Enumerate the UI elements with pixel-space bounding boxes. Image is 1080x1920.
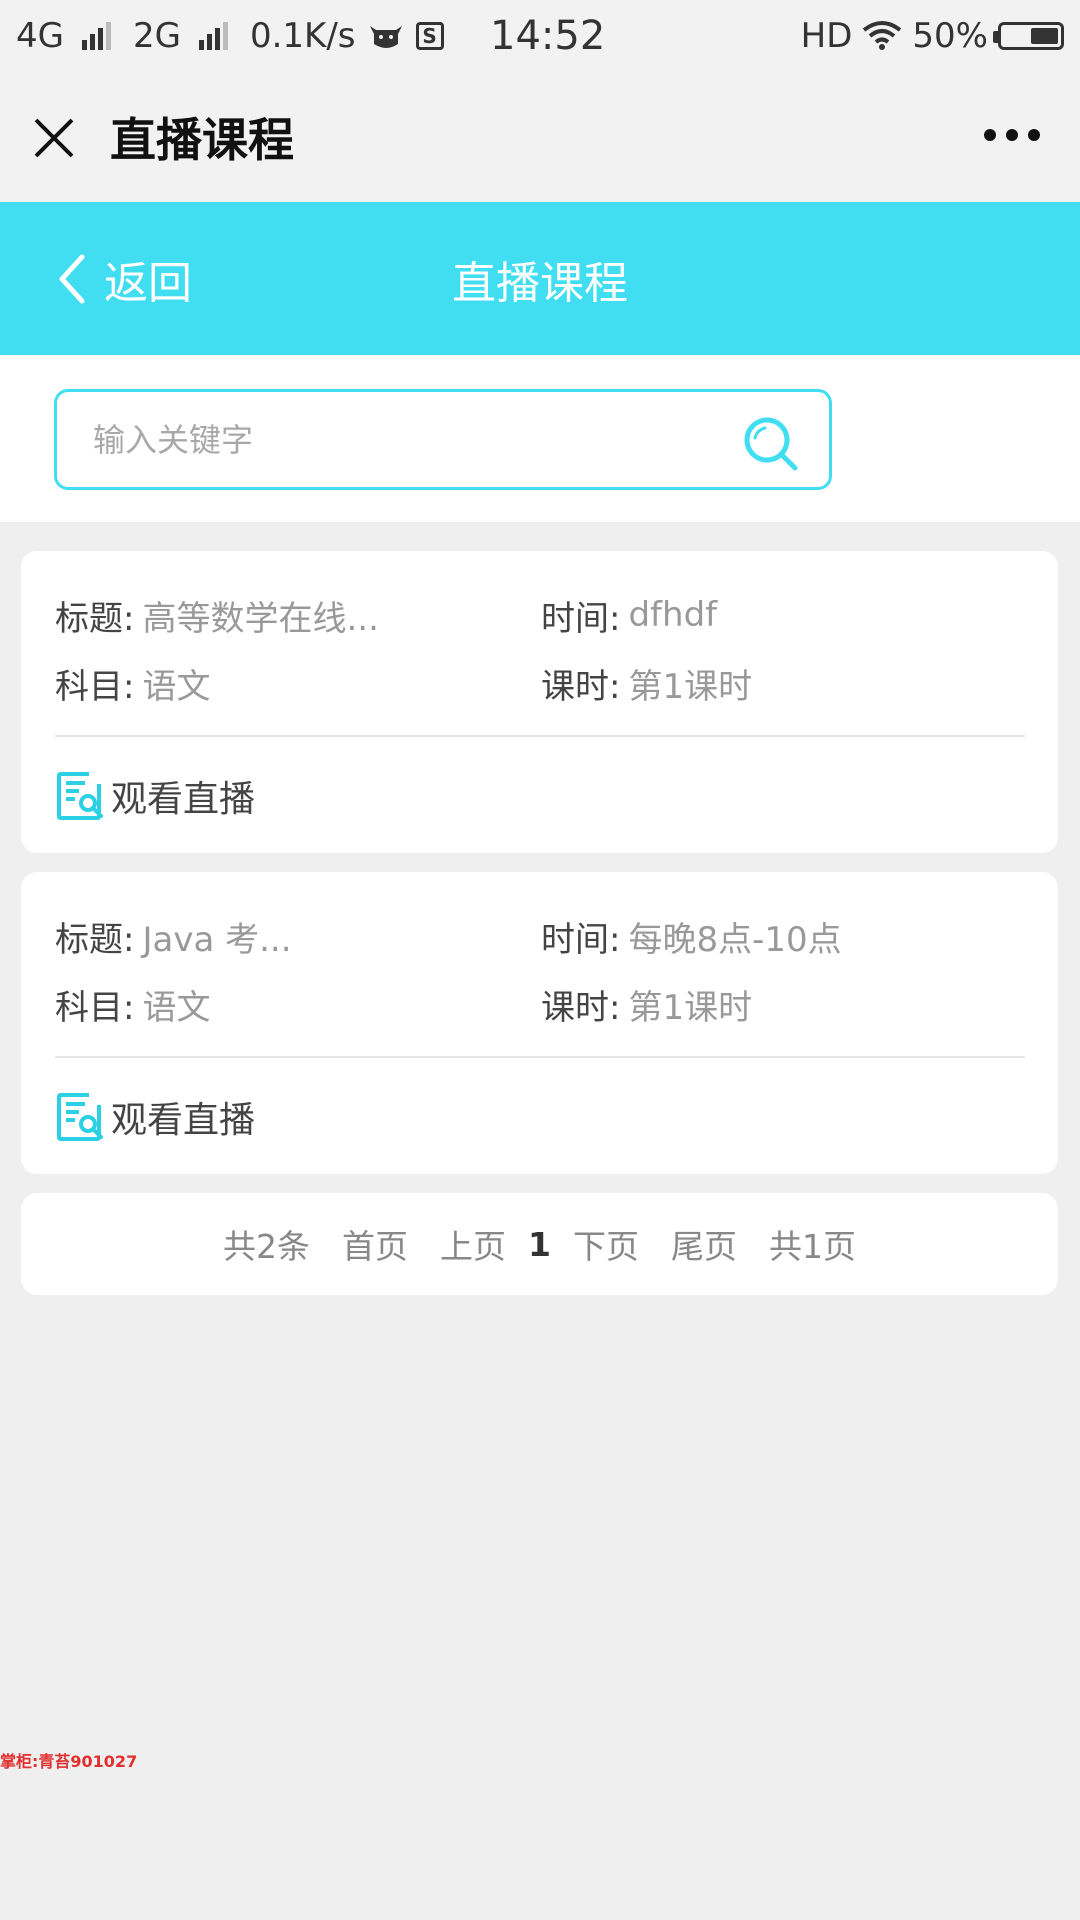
status-bar: 4G 2G 0.1K/s S 14:52 HD 50%	[0, 0, 1080, 72]
pager-first-link[interactable]: 首页	[342, 1220, 408, 1268]
pagination: 共2条 首页 上页 1 下页 尾页 共1页	[21, 1193, 1058, 1295]
course-time: 每晚8点-10点	[628, 919, 842, 960]
subject-label: 科目:	[55, 987, 135, 1028]
back-label: 返回	[104, 257, 192, 309]
course-period-field: 课时: 第1课时	[541, 661, 753, 707]
course-period-field: 课时: 第1课时	[541, 982, 753, 1028]
search-box	[54, 389, 832, 490]
pager-last-link[interactable]: 尾页	[671, 1220, 737, 1268]
network-2g-label: 2G	[132, 16, 181, 56]
battery-icon	[993, 22, 1064, 50]
period-label: 课时:	[541, 666, 621, 707]
document-search-icon	[57, 1093, 103, 1141]
course-title: 高等数学在线...	[142, 598, 379, 639]
title-label: 标题:	[55, 598, 135, 639]
pager-prev-link[interactable]: 上页	[440, 1220, 506, 1268]
subject-label: 科目:	[55, 666, 135, 707]
course-time-field: 时间: dfhdf	[541, 593, 718, 639]
time-label: 时间:	[541, 919, 621, 960]
clock: 14:52	[490, 13, 606, 59]
signal-icon	[198, 22, 228, 50]
pager-next-link[interactable]: 下页	[573, 1220, 639, 1268]
wechat-page-title: 直播课程	[110, 113, 294, 167]
course-period: 第1课时	[628, 666, 753, 707]
app-header: 返回 直播课程	[0, 202, 1080, 355]
course-subject-field: 科目: 语文	[55, 982, 211, 1028]
course-card: 标题: Java 考... 时间: 每晚8点-10点 科目: 语文 课时: 第1…	[21, 872, 1058, 1174]
network-4g-label: 4G	[16, 16, 64, 56]
back-button[interactable]: 返回	[56, 202, 192, 355]
watch-live-label: 观看直播	[111, 1100, 256, 1141]
watch-live-button[interactable]: 观看直播	[55, 761, 255, 831]
more-icon[interactable]	[984, 120, 1040, 150]
wifi-icon	[863, 21, 902, 50]
battery-fill	[1031, 28, 1058, 44]
watermark: 掌柜:青苔901027	[0, 1752, 138, 1771]
period-label: 课时:	[541, 987, 621, 1028]
search-icon[interactable]	[741, 414, 801, 474]
search-input[interactable]	[91, 419, 695, 460]
divider	[55, 1056, 1025, 1058]
divider	[55, 735, 1025, 737]
chevron-left-icon	[59, 254, 85, 303]
course-subject: 语文	[142, 666, 211, 707]
signal-icon	[81, 22, 111, 50]
battery-percent: 50%	[912, 16, 988, 56]
course-subject-field: 科目: 语文	[55, 661, 211, 707]
app-s-icon: S	[415, 22, 444, 50]
course-subject: 语文	[142, 987, 211, 1028]
document-search-icon	[57, 772, 103, 820]
time-label: 时间:	[541, 598, 621, 639]
course-card: 标题: 高等数学在线... 时间: dfhdf 科目: 语文 课时: 第1课时 …	[21, 551, 1058, 853]
wechat-title-bar: 直播课程	[0, 72, 1080, 202]
pager-current-page[interactable]: 1	[528, 1225, 551, 1264]
course-title-field: 标题: 高等数学在线...	[55, 593, 379, 639]
watch-live-label: 观看直播	[111, 779, 256, 820]
watch-live-button[interactable]: 观看直播	[55, 1082, 255, 1152]
course-title-field: 标题: Java 考...	[55, 914, 292, 960]
course-time: dfhdf	[628, 595, 718, 635]
course-time-field: 时间: 每晚8点-10点	[541, 914, 842, 960]
cow-app-icon	[369, 26, 402, 48]
hd-label: HD	[800, 16, 853, 56]
pager-page-count: 共1页	[768, 1227, 856, 1266]
pager-total: 共2条	[223, 1227, 311, 1266]
course-period: 第1课时	[628, 987, 753, 1028]
status-right: HD 50%	[801, 0, 1064, 72]
close-icon[interactable]	[30, 114, 78, 162]
search-area	[0, 355, 1080, 522]
title-label: 标题:	[55, 919, 135, 960]
course-title: Java 考...	[142, 919, 292, 960]
network-speed: 0.1K/s	[249, 16, 356, 56]
status-left: 4G 2G 0.1K/s S	[16, 0, 444, 72]
